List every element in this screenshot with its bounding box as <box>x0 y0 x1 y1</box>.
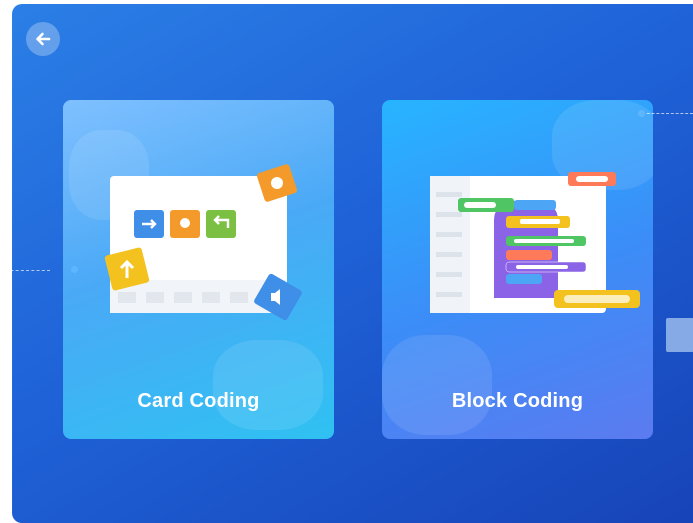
card-puzzle-illustration <box>104 164 302 321</box>
arrow-left-icon <box>36 32 51 46</box>
decor-dashed-line <box>12 270 50 271</box>
side-panel-tab[interactable] <box>666 318 693 352</box>
block-coding-label: Block Coding <box>451 390 584 412</box>
decor-dot <box>638 110 645 117</box>
back-button[interactable] <box>26 22 60 56</box>
decor-dashed-line <box>642 113 693 114</box>
mode-select-screen: Card Coding Block Coding <box>12 4 693 523</box>
block-code-illustration <box>430 172 640 313</box>
decor-dot <box>71 266 78 273</box>
card-coding-card[interactable]: Card Coding <box>63 100 334 439</box>
card-coding-label: Card Coding <box>137 390 260 412</box>
block-coding-card[interactable]: Block Coding <box>382 100 653 439</box>
